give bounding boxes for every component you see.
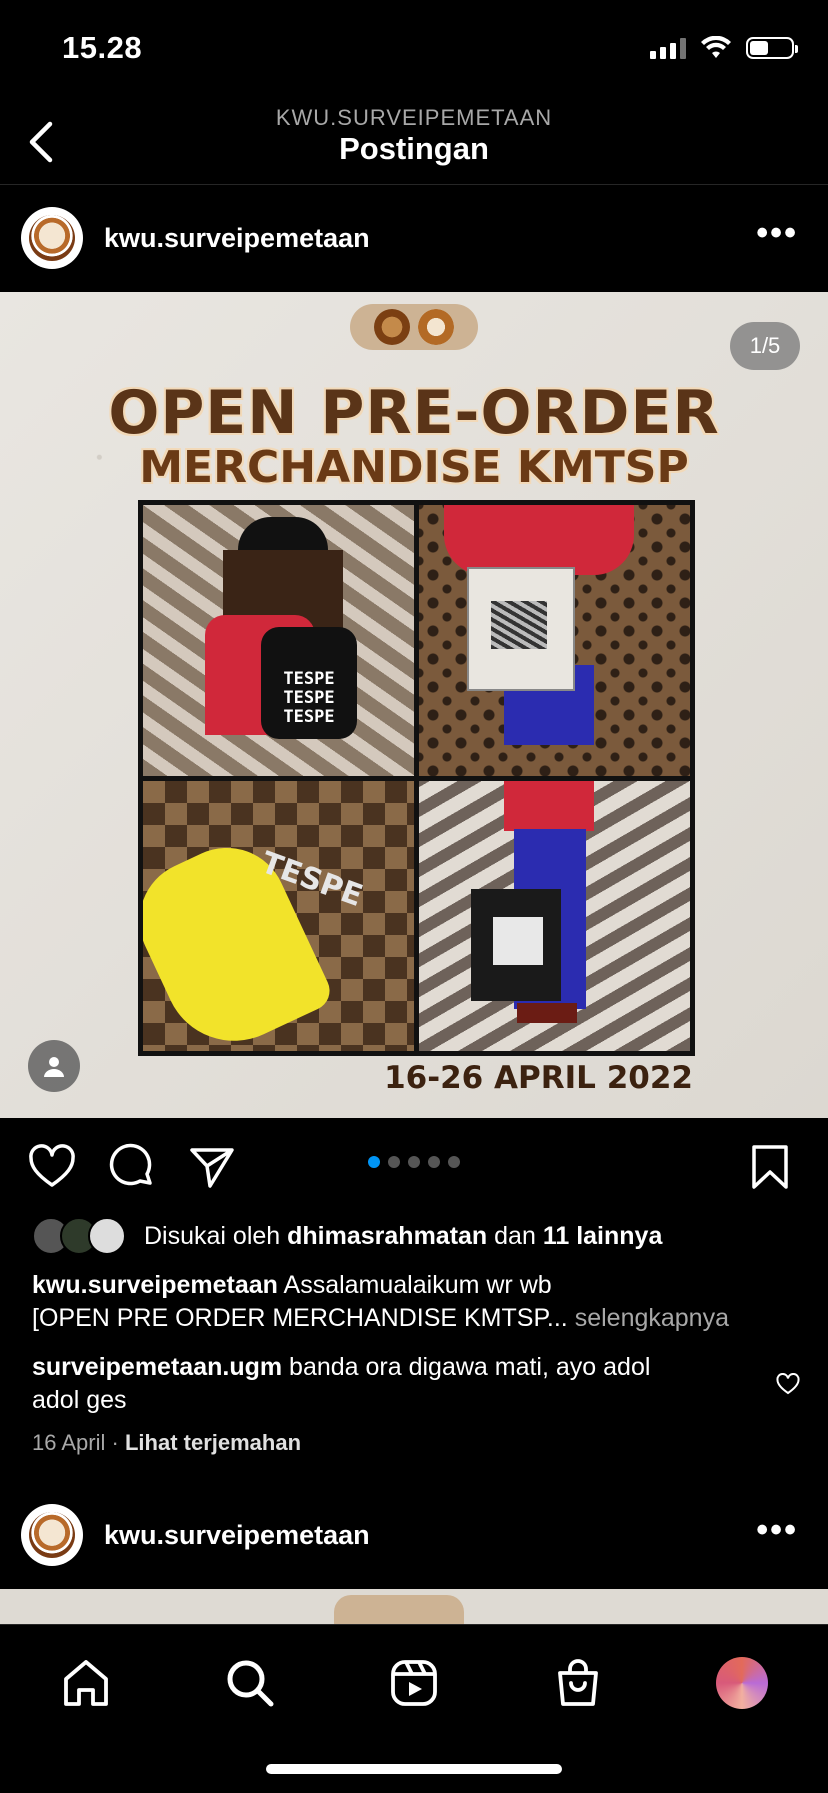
- wifi-icon: [701, 36, 731, 58]
- likes-user[interactable]: dhimasrahmatan: [287, 1222, 487, 1251]
- post-image[interactable]: 1/5 OPEN PRE-ORDER MERCHANDISE KMTSP TES…: [0, 292, 828, 1118]
- caption-line1: Assalamualaikum wr wb: [283, 1271, 552, 1299]
- top-comment: surveipemetaan.ugm banda ora digawa mati…: [32, 1351, 752, 1417]
- home-indicator: [266, 1764, 562, 1774]
- profile-avatar[interactable]: [716, 1657, 768, 1709]
- next-post-image[interactable]: [0, 1589, 828, 1629]
- tote-bag-white-panel: [419, 505, 690, 776]
- likes-prefix: Disukai oleh: [144, 1221, 281, 1250]
- more-options-icon[interactable]: •••: [756, 214, 798, 253]
- keychain-panel: TESPE: [143, 780, 414, 1051]
- shop-icon[interactable]: [552, 1657, 604, 1709]
- reels-icon[interactable]: [388, 1657, 440, 1709]
- battery-icon: [746, 37, 798, 59]
- search-icon[interactable]: [224, 1657, 276, 1709]
- post-author-avatar[interactable]: [21, 207, 83, 269]
- comment-text-line2: adol ges: [32, 1386, 127, 1414]
- merch-collage: TESPE TESPE TESPE TESPE: [138, 500, 695, 1056]
- likes-middle: dan: [494, 1221, 536, 1250]
- backpack-panel: TESPE TESPE TESPE: [143, 505, 414, 776]
- comment-username[interactable]: surveipemetaan.ugm: [32, 1353, 282, 1381]
- share-icon[interactable]: [188, 1143, 236, 1191]
- likes-others[interactable]: 11 lainnya: [543, 1222, 663, 1251]
- tagged-users-icon[interactable]: [28, 1040, 80, 1092]
- next-post-author-username[interactable]: kwu.surveipemetaan: [104, 1520, 370, 1551]
- header-account: KWU.SURVEIPEMETAAN: [275, 105, 553, 130]
- post-meta: 16 April · Lihat terjemahan: [32, 1430, 302, 1455]
- status-icons: [650, 36, 798, 60]
- carousel-indicator: [368, 1156, 460, 1168]
- status-time: 15.28: [62, 30, 143, 65]
- poster-subheadline: MERCHANDISE KMTSP: [139, 442, 689, 493]
- save-bookmark-icon[interactable]: [746, 1143, 794, 1191]
- comment-like-icon[interactable]: [776, 1373, 800, 1395]
- cellular-signal-icon: [650, 37, 686, 59]
- next-post-more-options-icon[interactable]: •••: [756, 1511, 798, 1550]
- liker-avatar: [88, 1217, 126, 1255]
- home-icon[interactable]: [60, 1657, 112, 1709]
- see-translation-link[interactable]: Lihat terjemahan: [125, 1430, 301, 1455]
- caption-more-link[interactable]: selengkapnya: [575, 1304, 729, 1332]
- poster-date: 16-26 APRIL 2022: [384, 1060, 693, 1096]
- tote-bag-black-panel: [419, 780, 690, 1051]
- caption-line2: [OPEN PRE ORDER MERCHANDISE KMTSP...: [32, 1304, 568, 1332]
- post-author-username[interactable]: kwu.surveipemetaan: [104, 223, 370, 254]
- header-divider: [0, 184, 828, 185]
- comment-icon[interactable]: [108, 1143, 156, 1191]
- organization-logos: [350, 304, 478, 350]
- next-post-author-avatar[interactable]: [21, 1504, 83, 1566]
- likes-summary[interactable]: Disukai oleh dhimasrahmatan dan 11 lainn…: [32, 1217, 662, 1255]
- post-date: 16 April: [32, 1430, 106, 1455]
- caption-username[interactable]: kwu.surveipemetaan: [32, 1271, 278, 1299]
- carousel-counter: 1/5: [730, 322, 800, 370]
- like-heart-icon[interactable]: [28, 1143, 76, 1191]
- comment-text-line1: banda ora digawa mati, ayo adol: [289, 1353, 651, 1381]
- post-caption[interactable]: kwu.surveipemetaan Assalamualaikum wr wb…: [32, 1269, 802, 1335]
- page-title: Postingan: [339, 131, 489, 166]
- poster-headline: OPEN PRE-ORDER: [108, 378, 720, 448]
